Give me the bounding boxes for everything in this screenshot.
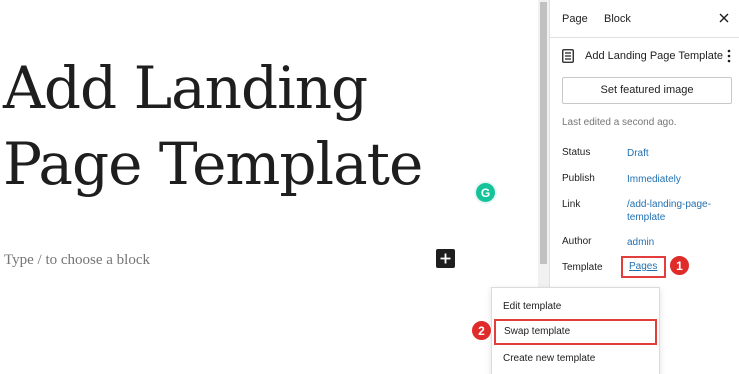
author-value[interactable]: admin [627,236,654,249]
status-value[interactable]: Draft [627,147,649,160]
tab-page[interactable]: Page [562,0,588,38]
swap-template-label: Swap template [504,326,571,337]
link-value[interactable]: /add-landing-page- template [627,198,711,224]
post-title-line-2: Page Template [3,130,423,198]
tab-block[interactable]: Block [604,0,631,38]
template-label: Template [562,262,603,273]
author-label: Author [562,236,592,247]
last-edited-text: Last edited a second ago. [562,117,677,128]
set-featured-image-button[interactable]: Set featured image [562,77,732,104]
post-title-line-1: Add Landing [3,54,368,122]
editor-canvas: Add Landing Page Template Type / to choo… [0,0,538,374]
scrollbar-thumb[interactable] [540,2,547,264]
link-value-line-1: /add-landing-page- [627,199,711,210]
template-value-highlight[interactable]: Pages [621,256,666,278]
sidebar-tabs: Page Block [550,0,739,38]
menu-item-swap-template[interactable]: Swap template [494,319,657,345]
post-title[interactable]: Add Landing Page Template [3,50,423,202]
callout-1: 1 [669,255,690,276]
page-document-icon [562,49,574,63]
status-label: Status [562,147,591,158]
link-value-line-2: template [627,212,666,223]
block-placeholder[interactable]: Type / to choose a block [4,252,150,269]
callout-2: 2 [471,320,492,341]
plus-icon [440,253,451,264]
template-value[interactable]: Pages [629,261,657,272]
publish-value[interactable]: Immediately [627,173,681,186]
page-summary-header: Add Landing Page Template [562,48,734,66]
template-dropdown-menu: Edit template Swap template Create new t… [491,287,660,374]
link-label: Link [562,199,581,210]
close-icon[interactable] [716,10,732,26]
publish-label: Publish [562,173,595,184]
more-options-icon[interactable] [724,48,734,64]
add-block-button[interactable] [436,249,455,268]
grammarly-letter: G [480,185,491,200]
menu-item-create-new-template[interactable]: Create new template [503,353,595,364]
grammarly-icon[interactable]: G [476,183,495,202]
menu-item-edit-template[interactable]: Edit template [503,301,561,312]
page-summary-title: Add Landing Page Template [585,50,724,62]
